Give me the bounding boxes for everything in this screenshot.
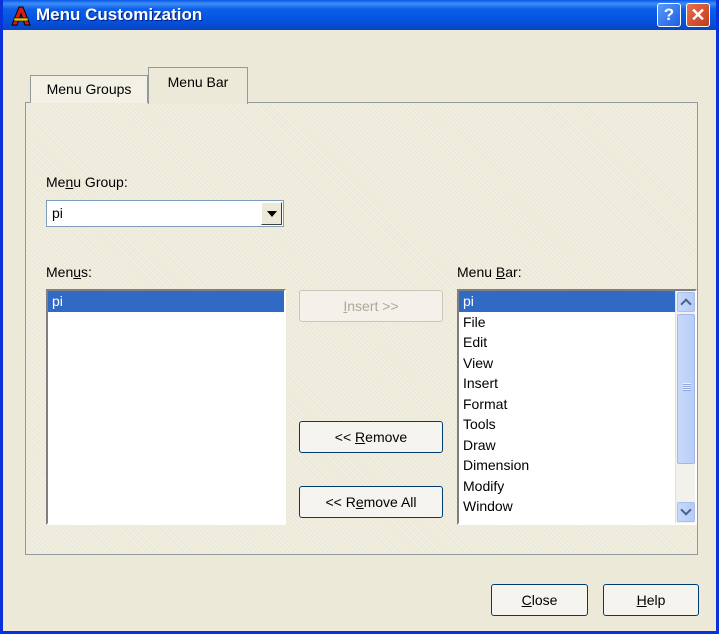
menu-group-dropdown[interactable]: pi — [46, 200, 284, 227]
scroll-up-icon[interactable] — [677, 292, 695, 312]
help-button[interactable]: Help — [603, 584, 699, 616]
list-item[interactable]: Window — [459, 496, 695, 517]
list-item[interactable]: Draw — [459, 435, 695, 456]
remove-button[interactable]: << Remove — [299, 421, 443, 453]
tab-menu-bar[interactable]: Menu Bar — [148, 67, 248, 104]
list-item[interactable]: Tools — [459, 414, 695, 435]
list-item[interactable]: View — [459, 353, 695, 374]
list-item[interactable]: pi — [48, 291, 284, 312]
list-item[interactable]: Insert — [459, 373, 695, 394]
list-item[interactable]: Format — [459, 394, 695, 415]
menu-bar-list[interactable]: pi File Edit View Insert Format Tools Dr… — [457, 289, 697, 525]
window-title: Menu Customization — [36, 5, 203, 24]
menu-customization-dialog: Menu Customization ? ✕ Menu Groups Menu … — [0, 0, 719, 634]
menus-list[interactable]: pi — [46, 289, 286, 525]
title-help-button[interactable]: ? — [657, 3, 681, 27]
dropdown-arrow-icon[interactable] — [261, 202, 282, 225]
autocad-app-icon — [11, 6, 31, 26]
scroll-down-icon[interactable] — [677, 502, 695, 522]
menus-label: Menus: — [46, 264, 92, 280]
close-button[interactable]: Close — [491, 584, 588, 616]
menu-group-value: pi — [52, 205, 63, 221]
list-item[interactable]: Dimension — [459, 455, 695, 476]
title-close-button[interactable]: ✕ — [686, 3, 710, 27]
title-bar[interactable]: Menu Customization ? ✕ — [3, 0, 716, 30]
scroll-thumb[interactable] — [677, 314, 695, 464]
menu-bar-label: Menu Bar: — [457, 264, 522, 280]
list-item[interactable]: pi — [459, 291, 675, 312]
insert-button[interactable]: Insert >> — [299, 290, 443, 322]
remove-all-button[interactable]: << Remove All — [299, 486, 443, 518]
tab-menu-groups[interactable]: Menu Groups — [30, 75, 148, 103]
list-item[interactable]: Modify — [459, 476, 695, 497]
list-item[interactable]: Edit — [459, 332, 695, 353]
menu-group-label: Menu Group: — [46, 174, 128, 190]
menu-bar-scrollbar[interactable] — [675, 291, 695, 523]
list-item[interactable]: File — [459, 312, 695, 333]
grip-icon — [683, 383, 691, 391]
